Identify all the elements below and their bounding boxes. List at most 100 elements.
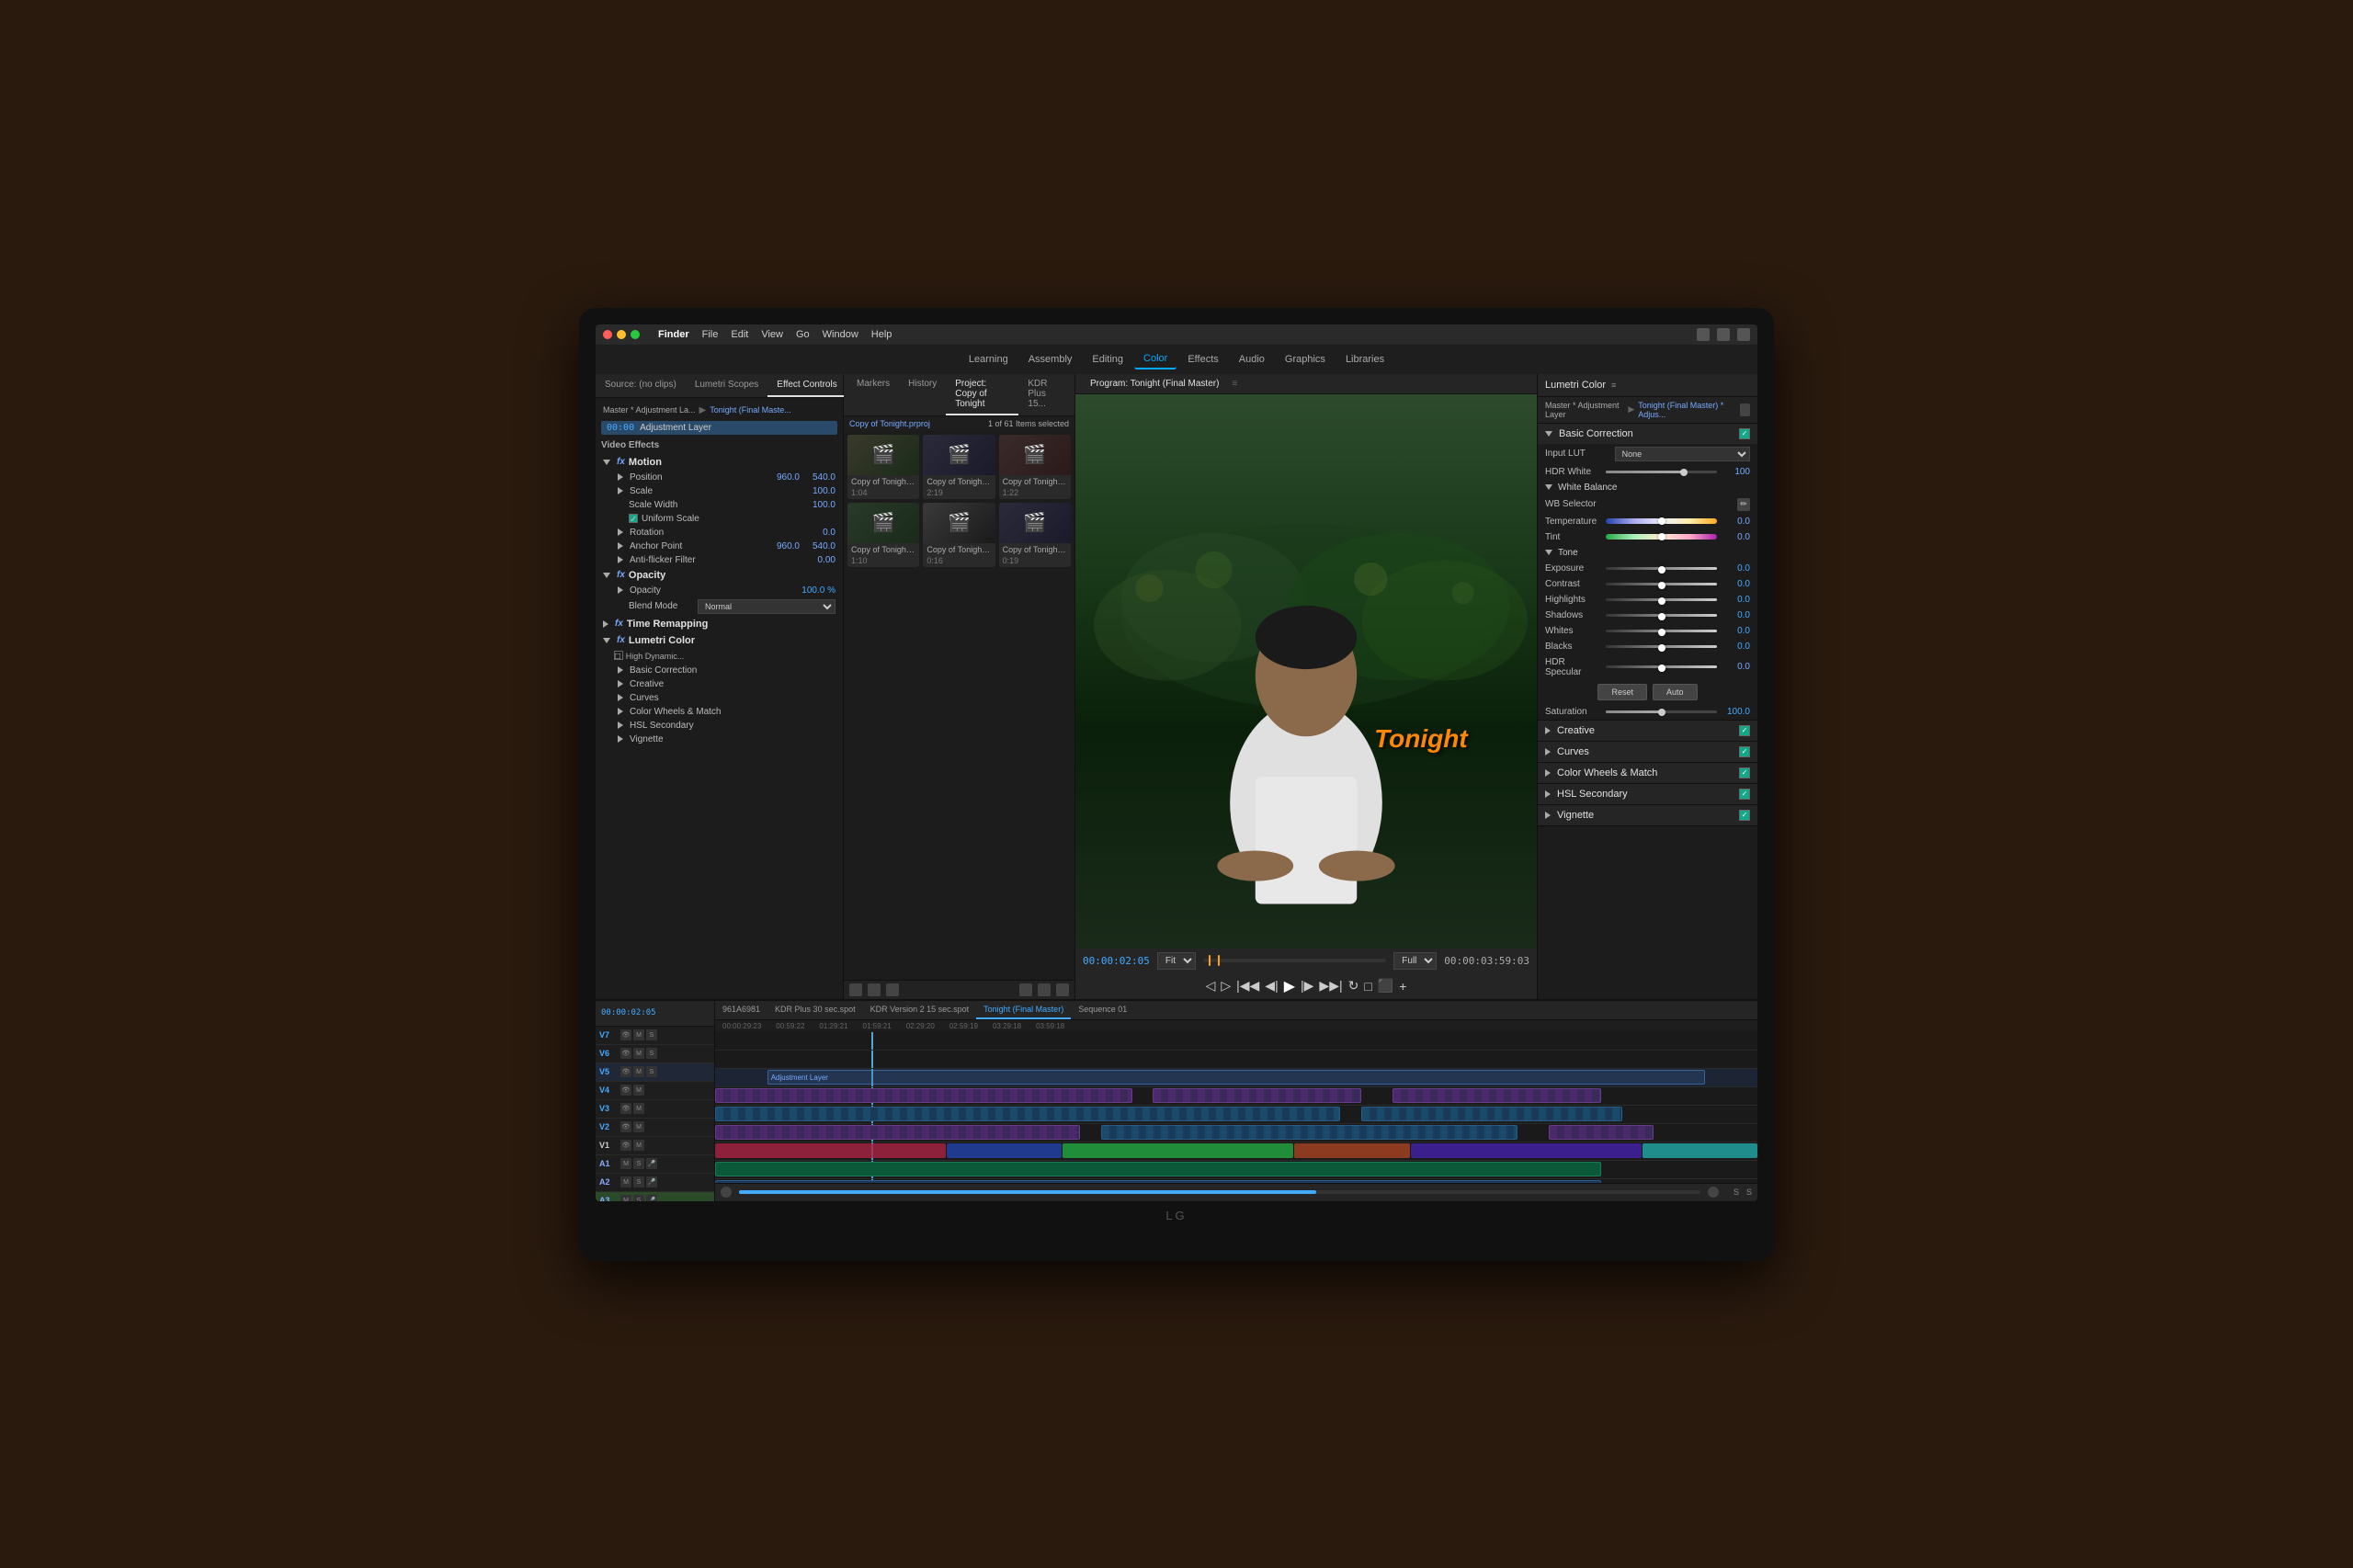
creative-row[interactable]: Creative [596,677,843,691]
whites-slider[interactable] [1606,630,1717,632]
v1-eye[interactable]: 👁 [620,1140,631,1151]
motion-section[interactable]: fx Motion [596,454,843,471]
vignette-checkbox[interactable]: ✓ [1739,810,1750,821]
project-grid-icon[interactable] [886,983,899,996]
a2-s[interactable]: S [633,1176,644,1187]
v1-clip-purple[interactable] [1411,1143,1642,1158]
reset-button[interactable]: Reset [1597,684,1647,700]
basic-correction-row[interactable]: Basic Correction [596,664,843,677]
zoom-out-icon[interactable] [721,1187,732,1198]
btn-play-pause[interactable]: ▶ [1284,977,1295,995]
window-menu[interactable]: Window [823,329,858,340]
nav-graphics[interactable]: Graphics [1276,350,1335,369]
lumetri-reset-icon[interactable] [1740,403,1750,416]
project-item-3[interactable]: 🎬 Copy of Tonight Linked... 1:22 [999,435,1071,499]
btn-loop[interactable]: ↻ [1348,978,1359,994]
project-item-4[interactable]: 🎬 Copy of Tonight Linked... 1:10 [847,503,919,567]
v7-sync[interactable]: S [646,1029,657,1040]
lumetri-section[interactable]: fx Lumetri Color [596,632,843,649]
zoom-slider[interactable] [739,1190,1700,1194]
a2-m[interactable]: M [620,1176,631,1187]
nav-learning[interactable]: Learning [960,350,1017,369]
contrast-slider[interactable] [1606,583,1717,585]
a1-m[interactable]: M [620,1158,631,1169]
a1-mic[interactable]: 🎤 [646,1158,657,1169]
bc-checkbox[interactable]: ✓ [1739,428,1750,439]
project-list-icon[interactable] [868,983,881,996]
btn-mark-out[interactable]: ▷ [1221,978,1231,994]
tab-markers[interactable]: Markers [847,374,899,415]
pm-full-select[interactable]: Full [1393,952,1437,970]
a2-mic[interactable]: 🎤 [646,1176,657,1187]
tab-kdr[interactable]: KDR Plus 15... [1018,374,1071,415]
v3-clip-1[interactable] [715,1107,1340,1121]
v4-clip-1[interactable] [715,1088,1132,1103]
btn-safe[interactable]: □ [1364,979,1371,994]
exposure-slider[interactable] [1606,567,1717,570]
hdr-specular-slider[interactable] [1606,665,1717,668]
project-item-5[interactable]: 🎬 Copy of Tonight Linked... 0:16 [923,503,995,567]
btn-step-back[interactable]: ◀| [1265,978,1278,994]
v1-clip-orange[interactable] [1294,1143,1409,1158]
project-delete-icon[interactable] [1056,983,1069,996]
v1-clip-green[interactable] [1063,1143,1293,1158]
v2-eye[interactable]: 👁 [620,1121,631,1132]
v3-eye[interactable]: 👁 [620,1103,631,1114]
nav-assembly[interactable]: Assembly [1019,350,1082,369]
file-menu[interactable]: File [702,329,719,340]
finder-menu[interactable]: Finder [658,329,689,340]
tint-slider[interactable] [1606,534,1717,540]
time-remap-section[interactable]: fx Time Remapping [596,616,843,632]
a3-m[interactable]: M [620,1195,631,1201]
pm-scrub-bar[interactable] [1203,959,1386,962]
tl-tab-tonight[interactable]: Tonight (Final Master) [976,1001,1071,1019]
v5-lock[interactable]: M [633,1066,644,1077]
hsl-secondary-row[interactable]: HSL Secondary [596,719,843,733]
edit-menu[interactable]: Edit [731,329,748,340]
blacks-slider[interactable] [1606,645,1717,648]
input-lut-select[interactable]: None [1615,447,1750,461]
v2-clip-2[interactable] [1101,1125,1518,1140]
eyedropper-icon[interactable]: ✏ [1737,498,1750,511]
zoom-in-icon[interactable] [1708,1187,1719,1198]
v7-eye[interactable]: 👁 [620,1029,631,1040]
hsl-section-header[interactable]: HSL Secondary ✓ [1538,784,1757,804]
pm-fit-select[interactable]: Fit [1157,952,1196,970]
anti-flicker-value[interactable]: 0.00 [803,555,835,565]
a3-s[interactable]: S [633,1195,644,1201]
project-search-icon[interactable] [1019,983,1032,996]
v6-lock[interactable]: M [633,1048,644,1059]
v4-eye[interactable]: 👁 [620,1085,631,1096]
basic-correction-header[interactable]: Basic Correction ✓ [1538,424,1757,444]
v1-lock[interactable]: M [633,1140,644,1151]
v6-sync[interactable]: S [646,1048,657,1059]
maximize-dot[interactable] [631,330,640,339]
temperature-slider[interactable] [1606,518,1717,524]
nav-effects[interactable]: Effects [1178,350,1227,369]
uniform-scale-checkbox[interactable]: ✓ [629,514,638,523]
view-menu[interactable]: View [761,329,783,340]
vignette-row[interactable]: Vignette [596,733,843,746]
v6-eye[interactable]: 👁 [620,1048,631,1059]
tab-project[interactable]: Project: Copy of Tonight [946,374,1018,415]
tab-lumetri-scopes[interactable]: Lumetri Scopes [686,374,767,397]
minimize-dot[interactable] [617,330,626,339]
go-menu[interactable]: Go [796,329,810,340]
anchor-x[interactable]: 960.0 [767,541,800,551]
v5-eye[interactable]: 👁 [620,1066,631,1077]
tl-tab-kdr30[interactable]: KDR Plus 30 sec.spot [767,1001,863,1019]
creative-section-header[interactable]: Creative ✓ [1538,721,1757,741]
opacity-section[interactable]: fx Opacity [596,567,843,584]
creative-checkbox[interactable]: ✓ [1739,725,1750,736]
v4-clip-2[interactable] [1153,1088,1361,1103]
a2-clip[interactable] [715,1180,1601,1183]
project-item-6[interactable]: 🎬 Copy of Tonight Linked... 0:19 [999,503,1071,567]
v2-lock[interactable]: M [633,1121,644,1132]
position-x[interactable]: 960.0 [767,472,800,483]
project-item-2[interactable]: 🎬 Copy of Tonight Linked... 2:19 [923,435,995,499]
v5-sync[interactable]: S [646,1066,657,1077]
v3-clip-2[interactable] [1361,1107,1622,1121]
a3-mic[interactable]: 🎤 [646,1195,657,1201]
project-new-icon[interactable] [849,983,862,996]
hsl-checkbox[interactable]: ✓ [1739,789,1750,800]
